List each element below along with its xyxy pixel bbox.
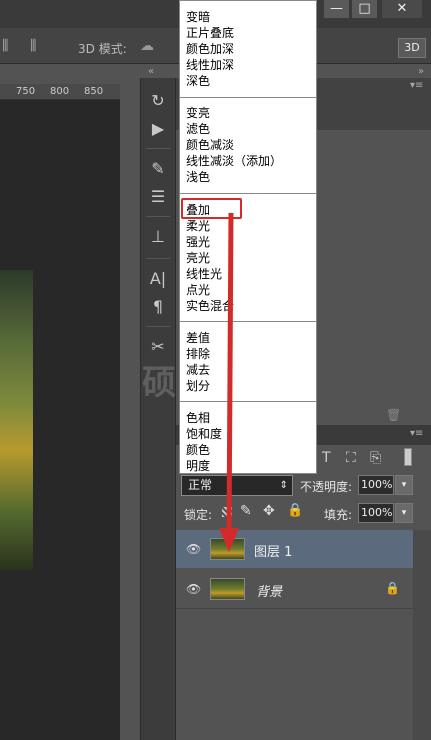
menu-item[interactable]: 排除 [186,346,210,362]
menu-item[interactable]: 变暗 [186,9,210,25]
3d-rotate-icon[interactable]: ☁ [140,38,154,54]
ruler-tick: 800 [50,86,70,97]
layer-thumbnail [210,578,245,600]
menu-item[interactable]: 线性减淡（添加） [186,153,282,169]
fill-label: 填充: [324,508,353,522]
layer-thumbnail [210,538,245,560]
smart-object-icon[interactable]: ⎘ [370,450,381,466]
menu-separator [180,97,316,98]
menu-item[interactable]: 线性光 [186,266,222,282]
fill-input[interactable]: 100% [358,503,394,523]
menu-item[interactable]: 划分 [186,378,210,394]
opacity-label: 不透明度: [300,480,353,494]
clone-source-icon[interactable]: ⊥ [147,226,169,248]
divider [176,608,413,609]
watermark: 硕 [142,363,176,403]
menu-item[interactable]: 正片叠底 [186,25,234,41]
horizontal-ruler: 750 800 850 [0,84,120,100]
text-icon[interactable]: T [322,450,331,466]
menu-item[interactable]: 深色 [186,73,210,89]
move-icon[interactable]: ✥ [263,503,275,519]
ruler-tick: 750 [16,86,36,97]
menu-item[interactable]: 饱和度 [186,426,222,442]
menu-item[interactable]: 线性加深 [186,57,234,73]
menu-item[interactable]: 减去 [186,362,210,378]
visibility-eye-icon[interactable]: 👁 [186,582,202,598]
3d-button[interactable]: 3D [398,38,426,58]
menu-item[interactable]: 实色混合 [186,298,234,314]
transform-icon[interactable]: ⛶ [346,450,356,466]
visibility-eye-icon[interactable]: 👁 [186,542,202,558]
blend-mode-menu: 变暗 正片叠底 颜色加深 线性加深 深色 变亮 滤色 颜色减淡 线性减淡（添加）… [179,0,317,474]
updown-icon: ⇕ [279,480,288,491]
lock-icon[interactable]: 🔒 [287,503,303,518]
divider [146,216,170,217]
lock-label: 锁定: [184,508,213,522]
menu-item[interactable]: 浅色 [186,169,210,185]
menu-item[interactable]: 亮光 [186,250,210,266]
layers-scrollbar[interactable] [413,530,431,740]
expand-icon[interactable]: » [418,66,424,77]
menu-item[interactable]: 滤色 [186,121,210,137]
menu-item[interactable]: 颜色 [186,442,210,458]
blend-mode-value: 正常 [188,478,213,492]
distribute-icon[interactable]: ⫼ [30,38,36,54]
collapse-icon[interactable]: « [148,66,154,77]
menu-item[interactable]: 差值 [186,330,210,346]
fill-dropdown[interactable]: ▾ [395,503,413,523]
close-button[interactable]: ✕ [382,0,422,18]
blend-mode-select[interactable]: 正常 ⇕ [181,475,293,496]
layer-name[interactable]: 图层 1 [254,541,292,560]
menu-item[interactable]: 明度 [186,458,210,474]
layers-menu-icon[interactable]: ▾≡ [410,428,423,439]
menu-separator [180,321,316,322]
ruler-tick: 850 [84,86,104,97]
minimize-button[interactable]: — [324,0,349,18]
brush-icon[interactable]: ✎ [240,503,252,519]
menu-item[interactable]: 柔光 [186,218,210,234]
brush-preset-icon[interactable]: ✎ [147,158,169,180]
history-icon[interactable]: ↻ [147,90,169,112]
opacity-input[interactable]: 100% [358,475,394,495]
trash-icon[interactable]: 🗑 [386,408,401,422]
opacity-dropdown[interactable]: ▾ [395,475,413,495]
highlight-box [181,198,242,219]
filter-toggle[interactable] [404,448,412,466]
paragraph-icon[interactable]: ¶ [147,296,169,318]
align-icon[interactable]: ⫼ [2,38,8,54]
layer-name[interactable]: 背景 [256,581,282,600]
document-image [0,270,33,570]
menu-item[interactable]: 颜色加深 [186,41,234,57]
play-icon[interactable]: ▶ [147,118,169,140]
divider [146,258,170,259]
panel-menu-icon[interactable]: ▾≡ [410,80,423,91]
adjustments-icon[interactable]: ☰ [147,186,169,208]
menu-separator [180,193,316,194]
divider [146,148,170,149]
lock-transparency-icon[interactable] [222,507,232,517]
character-icon[interactable]: A| [147,268,169,290]
lock-icon: 🔒 [385,581,400,595]
divider [146,326,170,327]
menu-item[interactable]: 变亮 [186,105,210,121]
menu-item[interactable]: 颜色减淡 [186,137,234,153]
menu-item[interactable]: 点光 [186,282,210,298]
maximize-button[interactable]: □ [352,0,377,18]
menu-item[interactable]: 色相 [186,410,210,426]
menu-separator [180,401,316,402]
menu-item[interactable]: 强光 [186,234,210,250]
3d-mode-label: 3D 模式: [78,42,127,56]
